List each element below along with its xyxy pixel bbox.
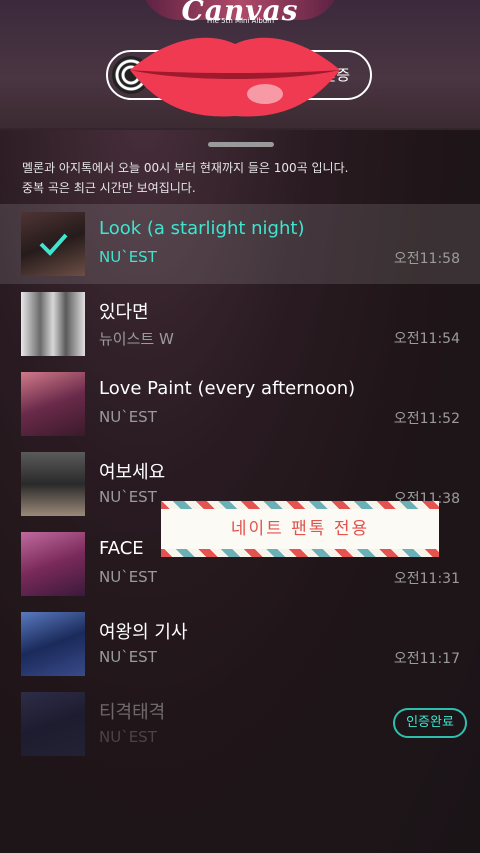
album-art-image — [21, 612, 85, 676]
notice-text: 멜론과 아지톡에서 오늘 00시 부터 현재까지 들은 100곡 입니다. 중복… — [22, 158, 462, 198]
song-artist: NU`EST — [99, 648, 157, 666]
song-artist: NU`EST — [99, 488, 157, 506]
song-title: FACE — [99, 538, 144, 559]
song-title: 있다면 — [99, 302, 149, 323]
song-artist: NU`EST — [99, 248, 157, 266]
song-row[interactable]: 여왕의 기사 NU`EST 오전11:17 — [0, 604, 480, 684]
drag-handle[interactable] — [208, 142, 274, 147]
album-thumbnail — [21, 292, 85, 356]
album-thumbnail — [21, 452, 85, 516]
song-time: 오전11:58 — [393, 251, 460, 267]
hero-header: Canvas The 5th Mini Album 인증 — [0, 0, 480, 130]
album-art-image — [21, 532, 85, 596]
song-title: 티격태격 — [99, 702, 166, 723]
lips-sticker-icon — [130, 37, 340, 117]
notice-line-2: 중복 곡은 최근 시간만 보여집니다. — [22, 181, 196, 195]
album-art-image — [21, 372, 85, 436]
song-row[interactable]: Love Paint (every afternoon) NU`EST 오전11… — [0, 364, 480, 444]
song-artist: NU`EST — [99, 728, 157, 746]
album-thumbnail — [21, 212, 85, 276]
checkmark-icon — [21, 212, 85, 276]
album-thumbnail — [21, 692, 85, 756]
verified-button[interactable]: 인증완료 — [393, 708, 467, 738]
song-time: 오전11:54 — [393, 331, 460, 347]
song-artist: NU`EST — [99, 568, 157, 586]
song-list: Look (a starlight night) NU`EST 오전11:58 … — [0, 204, 480, 764]
album-thumbnail — [21, 532, 85, 596]
song-artist: 뉴이스트 W — [99, 330, 174, 348]
song-title: Look (a starlight night) — [99, 218, 305, 239]
song-time: 오전11:31 — [393, 571, 460, 587]
song-row[interactable]: 티격태격 NU`EST 인증완료 — [0, 684, 480, 764]
album-thumbnail — [21, 372, 85, 436]
notice-line-1: 멜론과 아지톡에서 오늘 00시 부터 현재까지 들은 100곡 입니다. — [22, 161, 349, 175]
song-time: 오전11:17 — [393, 651, 460, 667]
nate-fantalk-banner[interactable]: 네이트 팬톡 전용 — [161, 501, 439, 557]
song-row[interactable]: 있다면 뉴이스트 W 오전11:54 — [0, 284, 480, 364]
song-title: 여보세요 — [99, 462, 166, 483]
song-time: 오전11:52 — [393, 411, 460, 427]
album-thumbnail — [21, 612, 85, 676]
album-art-image — [21, 692, 85, 756]
song-row[interactable]: Look (a starlight night) NU`EST 오전11:58 — [0, 204, 480, 284]
album-art-image — [21, 292, 85, 356]
song-artist: NU`EST — [99, 408, 157, 426]
album-subtitle: The 5th Mini Album — [205, 17, 275, 25]
song-title: 여왕의 기사 — [99, 622, 188, 643]
banner-label: 네이트 팬톡 전용 — [161, 509, 439, 549]
song-title: Love Paint (every afternoon) — [99, 378, 356, 399]
album-art-image — [21, 452, 85, 516]
